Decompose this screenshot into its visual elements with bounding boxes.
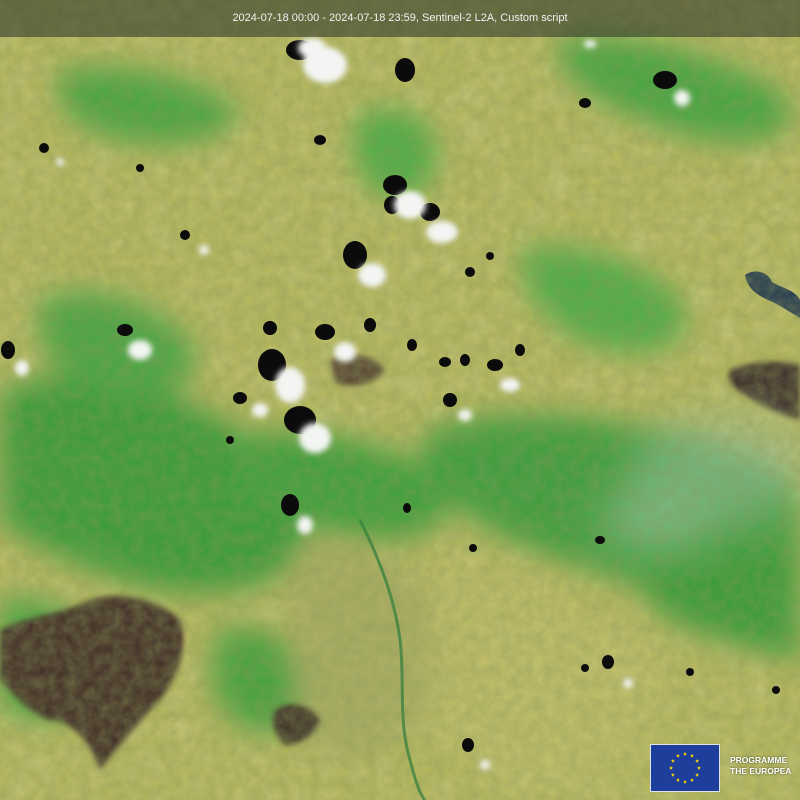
eu-flag-icon <box>650 744 720 792</box>
image-caption: 2024-07-18 00:00 - 2024-07-18 23:59, Sen… <box>232 12 568 24</box>
terrain-texture <box>0 0 800 800</box>
programme-line-2: THE EUROPEA <box>730 766 792 776</box>
programme-line-1: PROGRAMME <box>730 755 788 765</box>
satellite-image <box>0 0 800 800</box>
image-caption-bar: 2024-07-18 00:00 - 2024-07-18 23:59, Sen… <box>0 0 800 37</box>
programme-label: PROGRAMME THE EUROPEA <box>730 755 800 777</box>
